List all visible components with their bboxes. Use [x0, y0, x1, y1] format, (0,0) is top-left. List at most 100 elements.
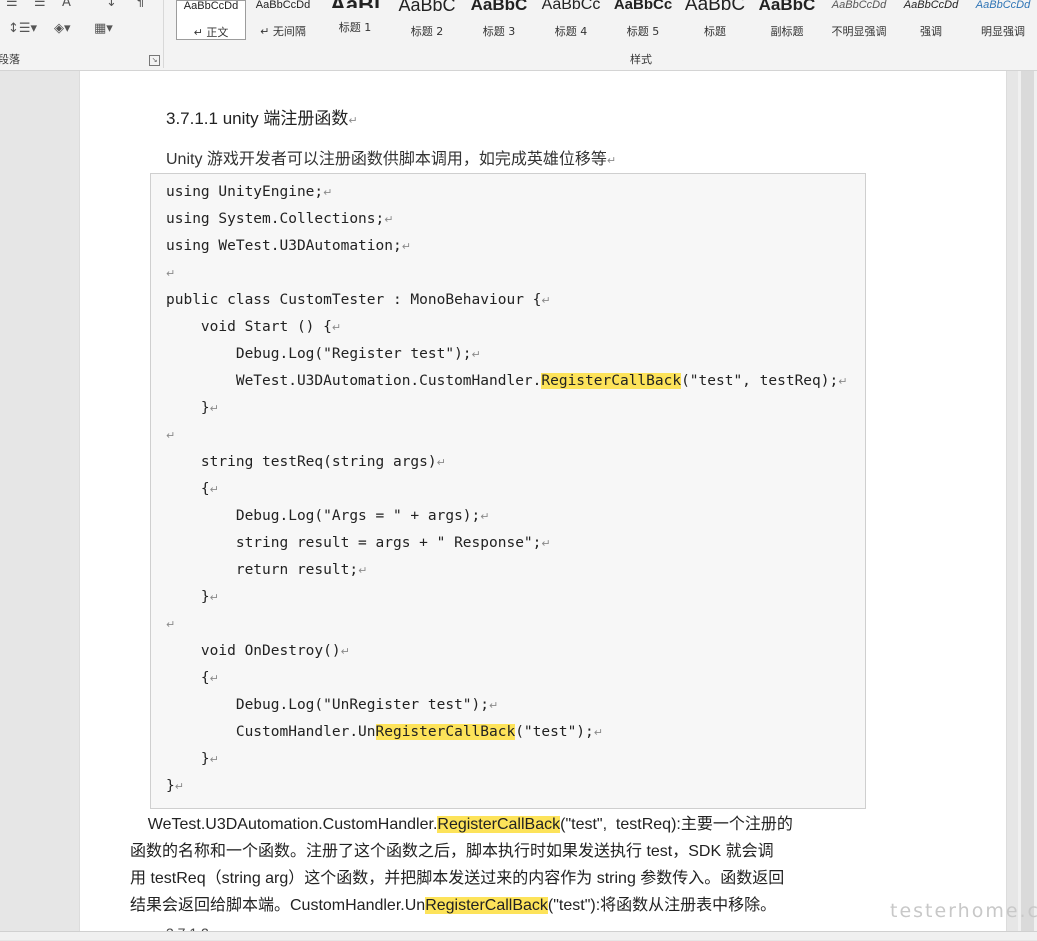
paragraph-mark-icon: ↵ [541, 537, 551, 550]
code-text: } [166, 778, 175, 794]
code-line: return result;↵ [166, 561, 367, 580]
style-tile[interactable]: AaBbCcDd ↵ 正文 [176, 0, 246, 40]
code-text: } [166, 400, 210, 416]
style-tile[interactable]: AaBbCc 标题 4 [536, 0, 606, 40]
code-text: { [166, 481, 210, 497]
paragraph-mark-icon: ↵ [174, 780, 184, 793]
watermark: testerhome.com [890, 900, 1037, 922]
paragraph-mark-icon: ↵ [166, 618, 176, 631]
paragraph-mark-icon: ↵ [166, 267, 176, 280]
code-line: Debug.Log("Register test");↵ [166, 345, 481, 364]
code-text: CustomHandler.UnRegisterCallBack("test")… [166, 724, 594, 740]
align-icon[interactable]: ☰ [6, 0, 18, 10]
style-tile[interactable]: AaBbC 标题 [680, 0, 750, 40]
style-name: ↵ 正文 [193, 26, 229, 39]
code-text: return result; [166, 562, 359, 578]
style-preview: AaBl [320, 0, 390, 8]
style-preview: AaBbCc [541, 0, 601, 12]
borders-icon[interactable]: ▦▾ [94, 22, 113, 36]
code-line: Debug.Log("Args = " + args);↵ [166, 507, 490, 526]
style-preview: AaBbC [684, 0, 746, 12]
code-line: ↵ [166, 426, 175, 445]
code-line: CustomHandler.UnRegisterCallBack("test")… [166, 723, 603, 742]
paragraph-group-label: 段落 [0, 53, 20, 66]
style-tile[interactable]: AaBl 标题 1 [320, 0, 390, 40]
code-line: }↵ [166, 399, 219, 418]
body-line: WeTest.U3DAutomation.CustomHandler.Regis… [130, 816, 793, 833]
paragraph-mark-icon: ↵ [358, 564, 368, 577]
code-text: } [166, 751, 210, 767]
sort-icon[interactable]: ↓ [106, 0, 117, 10]
section-heading: 3.7.1.1 unity 端注册函数↵ [166, 109, 358, 128]
paragraph-mark-icon: ↵ [838, 375, 848, 388]
code-text: { [166, 670, 210, 686]
code-line: void OnDestroy()↵ [166, 642, 350, 661]
show-marks-icon[interactable]: ¶ [136, 0, 144, 10]
paragraph-group: ☰ ☰ A ↓ ¶ ↕☰▾ ◈▾ ▦▾ 段落 ↘ [0, 0, 162, 70]
paragraph-mark-icon: ↵ [489, 699, 499, 712]
vertical-scrollbar[interactable] [1018, 71, 1037, 939]
style-preview: AaBbCcDd [255, 0, 311, 11]
style-preview: AaBbCcDd [831, 0, 887, 11]
style-tile[interactable]: AaBbC 标题 3 [464, 0, 534, 40]
style-tile[interactable]: AaBbCcDd ↵ 无间隔 [248, 0, 318, 40]
code-line: {↵ [166, 480, 219, 499]
paragraph-mark-icon: ↵ [436, 456, 446, 469]
code-line: ↵ [166, 615, 175, 634]
code-line: }↵ [166, 750, 219, 769]
style-name: 强调 [920, 25, 942, 38]
highlighted-text: RegisterCallBack [437, 816, 561, 833]
paragraph-mark-icon: ↵ [209, 591, 219, 604]
style-tile[interactable]: AaBbCcDd 不明显强调 [824, 0, 894, 40]
body-line: 结果会返回给脚本端。CustomHandler.UnRegisterCallBa… [130, 897, 777, 914]
paragraph-mark-icon: ↵ [209, 402, 219, 415]
code-text: using UnityEngine; [166, 184, 324, 200]
style-name: 标题 3 [482, 25, 516, 38]
text-effect-icon[interactable]: A [62, 0, 71, 10]
code-text: using WeTest.U3DAutomation; [166, 238, 402, 254]
line-spacing-icon[interactable]: ↕☰▾ [8, 22, 37, 36]
align-right-icon[interactable]: ☰ [34, 0, 46, 10]
code-text: Debug.Log("Register test"); [166, 346, 472, 362]
paragraph-mark-icon: ↵ [480, 510, 490, 523]
paragraph-mark-icon: ↵ [401, 240, 411, 253]
style-name: 明显强调 [981, 25, 1025, 38]
scrollbar-thumb[interactable] [1021, 71, 1034, 931]
code-line: using WeTest.U3DAutomation;↵ [166, 237, 411, 256]
style-tile[interactable]: AaBbC 标题 2 [392, 0, 462, 40]
code-text: Debug.Log("UnRegister test"); [166, 697, 490, 713]
code-text: string result = args + " Response"; [166, 535, 542, 551]
code-line: void Start () {↵ [166, 318, 341, 337]
style-tile[interactable]: AaBbC 副标题 [752, 0, 822, 40]
paragraph-mark-icon: ↵ [471, 348, 481, 361]
style-name: 副标题 [770, 25, 804, 38]
style-preview: AaBbC [758, 0, 816, 12]
style-name: 标题 2 [410, 25, 444, 38]
style-tile[interactable]: AaBbCcDd 明显强调 [968, 0, 1037, 40]
paragraph-dialog-launcher-icon[interactable]: ↘ [149, 55, 160, 66]
shading-icon[interactable]: ◈▾ [54, 22, 71, 36]
body-line: 用 testReq（string arg）这个函数，并把脚本发送过来的内容作为 … [130, 870, 785, 887]
style-preview: AaBbCcDd [183, 0, 239, 12]
style-tile[interactable]: AaBbCcDd 强调 [896, 0, 966, 40]
code-text: Debug.Log("Args = " + args); [166, 508, 481, 524]
style-name: 标题 5 [626, 25, 660, 38]
code-text: using System.Collections; [166, 211, 385, 227]
intro-paragraph: Unity 游戏开发者可以注册函数供脚本调用，如完成英雄位移等↵ [166, 151, 617, 168]
style-name: 标题 4 [554, 25, 588, 38]
style-tile[interactable]: AaBbCc 标题 5 [608, 0, 678, 40]
paragraph-mark-icon: ↵ [209, 483, 219, 496]
code-text: } [166, 589, 210, 605]
highlighted-text: RegisterCallBack [541, 373, 682, 389]
style-name: 标题 [704, 25, 726, 38]
style-preview: AaBbCc [613, 0, 673, 12]
paragraph-mark-icon: ↵ [331, 321, 342, 334]
styles-group-label: 样式 [630, 53, 652, 66]
code-line: WeTest.U3DAutomation.CustomHandler.Regis… [166, 372, 847, 391]
highlighted-text: RegisterCallBack [425, 897, 548, 914]
paragraph-mark-icon: ↵ [384, 213, 394, 226]
code-line: ↵ [166, 264, 175, 283]
style-name: 不明显强调 [831, 25, 887, 38]
code-line: }↵ [166, 777, 184, 796]
code-line: Debug.Log("UnRegister test");↵ [166, 696, 498, 715]
